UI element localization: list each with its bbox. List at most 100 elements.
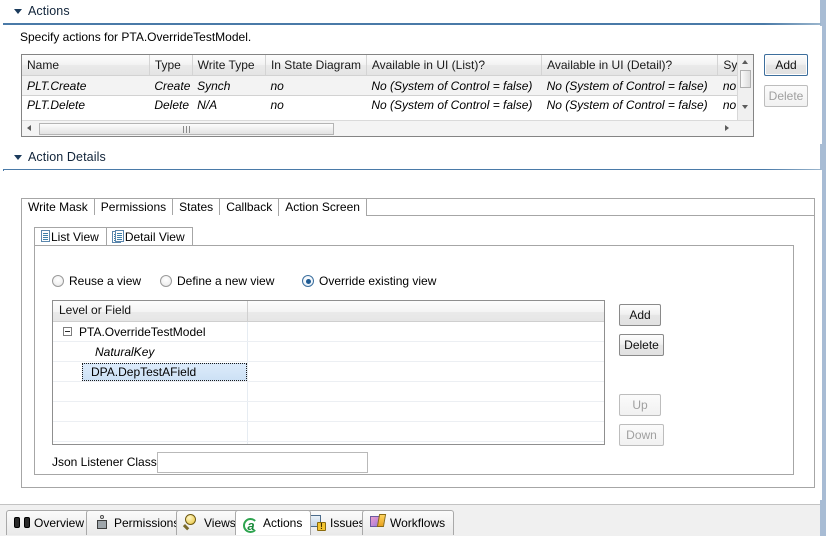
tab-permissions[interactable]: Permissions xyxy=(86,510,189,535)
workflows-icon xyxy=(370,514,386,530)
scroll-down-arrow-icon[interactable] xyxy=(738,100,753,115)
column-header-type[interactable]: Type xyxy=(149,55,193,76)
action-details-tabstrip: Write Mask Permissions States Callback A… xyxy=(21,198,815,216)
vertical-scroll-thumb[interactable] xyxy=(740,70,751,88)
tab-list-view[interactable]: List View xyxy=(34,227,107,246)
action-circle-icon: a xyxy=(243,518,259,534)
triangle-down-icon[interactable] xyxy=(14,9,22,14)
person-icon xyxy=(94,514,110,530)
column-header-write-type[interactable]: Write Type xyxy=(192,55,266,76)
tree-row[interactable]: NaturalKey xyxy=(53,342,604,362)
action-details-panel: Write Mask Permissions States Callback A… xyxy=(4,170,822,500)
triangle-down-icon[interactable] xyxy=(14,155,22,160)
actions-section-header[interactable]: Actions xyxy=(0,0,820,24)
tab-actions-label: Actions xyxy=(263,516,303,530)
actions-section-title: Actions xyxy=(28,4,70,18)
tab-workflows[interactable]: Workflows xyxy=(362,510,455,535)
tree-row-empty[interactable] xyxy=(53,382,604,402)
add-action-button[interactable]: Add xyxy=(764,54,808,76)
binoculars-icon xyxy=(14,514,30,530)
tab-write-mask[interactable]: Write Mask xyxy=(21,198,95,216)
tab-issues-label: Issues xyxy=(330,516,365,530)
actions-header-rule xyxy=(3,23,821,25)
scroll-right-arrow-icon[interactable] xyxy=(721,122,735,135)
column-header-in-state-diagram[interactable]: In State Diagram xyxy=(265,55,367,76)
collapse-minus-icon[interactable] xyxy=(63,327,72,336)
tree-row-empty[interactable] xyxy=(53,402,604,422)
actions-panel: Specify actions for PTA.OverrideTestMode… xyxy=(4,26,822,144)
tab-views-label: Views xyxy=(204,516,236,530)
radio-define-a-new-view[interactable]: Define a new view xyxy=(160,273,274,289)
tab-workflows-label: Workflows xyxy=(390,516,446,530)
cell-name: PLT.Create xyxy=(22,75,150,95)
tabstrip-filler xyxy=(318,198,815,216)
tab-overview[interactable]: Overview xyxy=(6,510,94,535)
column-header-available-list[interactable]: Available in UI (List)? xyxy=(366,55,543,76)
cell-available-list: No (System of Control = false) xyxy=(371,97,533,112)
action-details-section-header[interactable]: Action Details xyxy=(0,146,820,170)
radio-dot-icon xyxy=(52,275,64,287)
cell-type: Create xyxy=(149,75,193,95)
tree-row[interactable]: DPA.DepTestAField xyxy=(53,362,604,382)
radio-override-existing-view[interactable]: Override existing view xyxy=(302,273,436,289)
bottom-tab-bar: Overview Permissions Views a Actions Issu… xyxy=(0,504,820,536)
tab-states[interactable]: States xyxy=(172,198,221,216)
tree-row[interactable]: PTA.OverrideTestModel xyxy=(53,322,604,342)
cell-available-detail: No (System of Control = false) xyxy=(546,97,708,112)
tab-detail-view-label: Detail View xyxy=(124,230,185,244)
table-row[interactable]: PLT.Delete Delete N/A no No (System of C… xyxy=(22,95,753,114)
tab-overview-label: Overview xyxy=(34,516,85,530)
document-icon xyxy=(40,230,51,243)
cell-name: PLT.Delete xyxy=(27,97,86,112)
column-header-name[interactable]: Name xyxy=(22,55,150,76)
cell-in-state-diagram: no xyxy=(265,75,367,95)
scroll-left-arrow-icon[interactable] xyxy=(23,122,37,135)
move-up-button[interactable]: Up xyxy=(619,394,661,416)
cell-available-list: No (System of Control = false) xyxy=(366,75,542,95)
action-screen-tab-panel: List View Detail View Reuse a view Defin… xyxy=(21,215,815,488)
cell-write-type: N/A xyxy=(197,97,218,112)
tree-header: Level or Field xyxy=(53,301,604,322)
json-listener-class-input[interactable] xyxy=(157,452,368,473)
tab-action-screen[interactable]: Action Screen xyxy=(278,198,367,216)
radio-reuse-label: Reuse a view xyxy=(69,274,142,288)
tab-callback[interactable]: Callback xyxy=(219,198,280,216)
horizontal-scroll-thumb[interactable] xyxy=(39,123,334,135)
view-mode-radio-group: Reuse a view Define a new view Override … xyxy=(52,273,752,291)
tab-permissions[interactable]: Permissions xyxy=(93,198,174,216)
actions-grid[interactable]: Name Type Write Type In State Diagram Av… xyxy=(21,54,754,137)
delete-field-button[interactable]: Delete xyxy=(619,334,664,356)
tree-row-empty[interactable] xyxy=(53,422,604,442)
radio-dot-selected-icon xyxy=(302,275,314,287)
tree-node-label: PTA.OverrideTestModel xyxy=(79,325,206,339)
cell-type: Delete xyxy=(154,97,190,112)
action-details-section-title: Action Details xyxy=(28,150,106,164)
scroll-up-arrow-icon[interactable] xyxy=(738,55,753,70)
table-row[interactable]: PLT.Create Create Synch no No (System of… xyxy=(22,74,753,96)
radio-reuse-a-view[interactable]: Reuse a view xyxy=(52,273,141,289)
tree-node-label: DPA.DepTestAField xyxy=(91,365,197,379)
issues-icon xyxy=(310,514,326,531)
column-header-level-or-field[interactable]: Level or Field xyxy=(53,301,247,321)
documents-icon xyxy=(111,230,125,243)
actions-grid-horizontal-scrollbar[interactable] xyxy=(22,120,753,136)
tab-actions[interactable]: a Actions xyxy=(235,510,312,535)
view-tabstrip: List View Detail View xyxy=(34,227,794,246)
actions-table-header-row: Name Type Write Type In State Diagram Av… xyxy=(22,55,753,76)
tree-node-label: NaturalKey xyxy=(95,345,155,359)
level-or-field-tree[interactable]: Level or Field PTA.OverrideTestModel Nat… xyxy=(52,300,605,445)
radio-override-label: Override existing view xyxy=(319,274,437,288)
radio-define-label: Define a new view xyxy=(177,274,275,288)
json-listener-class-label: Json Listener Class: xyxy=(52,455,161,469)
actions-table: Name Type Write Type In State Diagram Av… xyxy=(22,55,753,114)
tab-detail-view[interactable]: Detail View xyxy=(105,227,193,246)
delete-action-button[interactable]: Delete xyxy=(764,85,808,107)
tree-body: PTA.OverrideTestModel NaturalKey DPA.Dep… xyxy=(53,322,604,444)
column-header-available-detail[interactable]: Available in UI (Detail)? xyxy=(541,55,719,76)
actions-instruction: Specify actions for PTA.OverrideTestMode… xyxy=(20,30,252,44)
tab-permissions-label: Permissions xyxy=(114,516,180,530)
tab-list-view-label: List View xyxy=(51,230,99,244)
add-field-button[interactable]: Add xyxy=(619,304,661,326)
move-down-button[interactable]: Down xyxy=(619,424,664,446)
magnifier-icon xyxy=(184,514,200,530)
